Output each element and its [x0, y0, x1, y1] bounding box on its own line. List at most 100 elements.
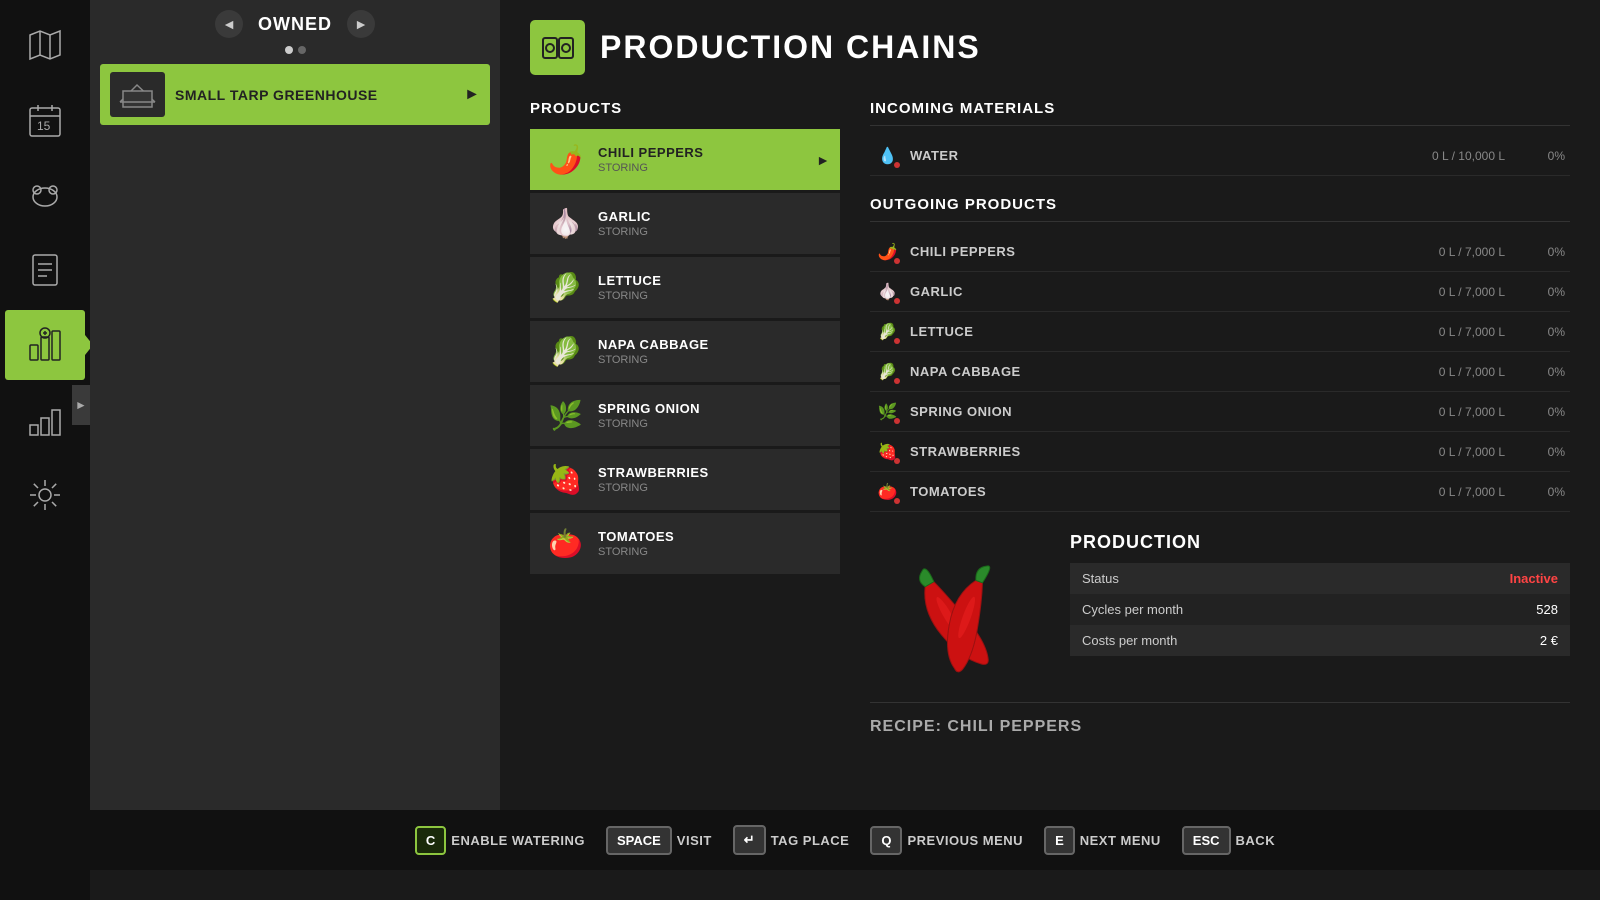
- hotkey-group-c[interactable]: C ENABLE WATERING: [415, 826, 585, 855]
- product-sub-chili: STORING: [598, 162, 806, 174]
- product-info-garlic: GARLIC STORING: [598, 209, 830, 238]
- outgoing-percent: 0%: [1530, 325, 1565, 339]
- hotkey-group-esc[interactable]: ESC BACK: [1182, 826, 1275, 855]
- outgoing-amount: 0 L / 7,000 L: [1439, 485, 1505, 499]
- product-item-chili[interactable]: 🌶️ CHILI PEPPERS STORING ►: [530, 129, 840, 190]
- section-title: PRODUCTION CHAINS: [600, 29, 981, 66]
- hotkey-label: NEXT MENU: [1080, 833, 1161, 848]
- product-item-spring_onion[interactable]: 🌿 SPRING ONION STORING: [530, 385, 840, 446]
- outgoing-name: GARLIC: [910, 284, 1429, 299]
- owned-prev-button[interactable]: ◄: [215, 10, 243, 38]
- panel-collapse-arrow[interactable]: ►: [72, 385, 90, 425]
- outgoing-name: NAPA CABBAGE: [910, 364, 1429, 379]
- owned-panel: ◄ OWNED ► SMALL TARP GREENHOUSE ►: [90, 0, 500, 810]
- material-status-dot: [894, 338, 900, 344]
- section-icon: [530, 20, 585, 75]
- product-item-strawberries[interactable]: 🍓 STRAWBERRIES STORING: [530, 449, 840, 510]
- outgoing-percent: 0%: [1530, 445, 1565, 459]
- products-column: PRODUCTS 🌶️ CHILI PEPPERS STORING ► 🧄 GA…: [530, 100, 840, 736]
- product-info-spring_onion: SPRING ONION STORING: [598, 401, 830, 430]
- outgoing-icon: 🍓: [875, 439, 900, 464]
- cycles-value: 528: [1387, 594, 1570, 625]
- product-name-tomatoes: TOMATOES: [598, 529, 830, 544]
- product-sub-garlic: STORING: [598, 226, 830, 238]
- incoming-amount: 0 L / 10,000 L: [1432, 149, 1505, 163]
- sidebar-item-production[interactable]: [5, 310, 85, 380]
- hotkey-group-e[interactable]: E NEXT MENU: [1044, 826, 1161, 855]
- outgoing-name: TOMATOES: [910, 484, 1429, 499]
- product-info-strawberries: STRAWBERRIES STORING: [598, 465, 830, 494]
- sidebar-item-calendar[interactable]: 15: [5, 85, 85, 155]
- material-status-dot: [894, 458, 900, 464]
- hotkey-key[interactable]: E: [1044, 826, 1075, 855]
- outgoing-amount: 0 L / 7,000 L: [1439, 285, 1505, 299]
- hotkey-key[interactable]: Q: [870, 826, 902, 855]
- products-title: PRODUCTS: [530, 100, 840, 117]
- outgoing-title: OUTGOING PRODUCTS: [870, 196, 1570, 222]
- product-item-tomatoes[interactable]: 🍅 TOMATOES STORING: [530, 513, 840, 574]
- outgoing-row-garlic: 🧄 GARLIC 0 L / 7,000 L 0%: [870, 272, 1570, 312]
- material-status-dot: [894, 162, 900, 168]
- hotkey-group-space[interactable]: SPACE VISIT: [606, 826, 712, 855]
- production-section: PRODUCTION CHAINS PRODUCTS 🌶️ CHILI PEPP…: [500, 0, 1600, 810]
- hotkey-key[interactable]: ESC: [1182, 826, 1231, 855]
- sidebar-item-animals[interactable]: [5, 160, 85, 230]
- product-name-lettuce: LETTUCE: [598, 273, 830, 288]
- main-content: ◄ OWNED ► SMALL TARP GREENHOUSE ►: [90, 0, 1600, 900]
- outgoing-icon: 🧄: [875, 279, 900, 304]
- incoming-name: WATER: [910, 148, 1422, 163]
- product-name-strawberries: STRAWBERRIES: [598, 465, 830, 480]
- outgoing-row-napa-cabbage: 🥬 NAPA CABBAGE 0 L / 7,000 L 0%: [870, 352, 1570, 392]
- production-details: PRODUCTION Status Inactive Cycles per mo…: [1070, 532, 1570, 682]
- recipe-title: RECIPE: CHILI PEPPERS: [870, 702, 1570, 736]
- product-thumb-lettuce: 🥬: [543, 265, 588, 310]
- incoming-icon: 💧: [875, 143, 900, 168]
- hotkey-key[interactable]: SPACE: [606, 826, 672, 855]
- incoming-row-water: 💧 WATER 0 L / 10,000 L 0%: [870, 136, 1570, 176]
- sidebar-item-settings[interactable]: [5, 460, 85, 530]
- incoming-list: 💧 WATER 0 L / 10,000 L 0%: [870, 136, 1570, 176]
- product-name-napa: NAPA CABBAGE: [598, 337, 830, 352]
- product-thumb-napa: 🥬: [543, 329, 588, 374]
- svg-text:15: 15: [37, 119, 51, 133]
- outgoing-icon: 🌶️: [875, 239, 900, 264]
- outgoing-icon: 🍅: [875, 479, 900, 504]
- product-name-garlic: GARLIC: [598, 209, 830, 224]
- material-status-dot: [894, 498, 900, 504]
- outgoing-amount: 0 L / 7,000 L: [1439, 365, 1505, 379]
- production-status-row: Status Inactive: [1070, 563, 1570, 594]
- material-status-dot: [894, 378, 900, 384]
- outgoing-row-chili-peppers: 🌶️ CHILI PEPPERS 0 L / 7,000 L 0%: [870, 232, 1570, 272]
- product-item-garlic[interactable]: 🧄 GARLIC STORING: [530, 193, 840, 254]
- production-cycles-row: Cycles per month 528: [1070, 594, 1570, 625]
- outgoing-name: SPRING ONION: [910, 404, 1429, 419]
- hotkey-group-↵[interactable]: ↵ TAG PLACE: [733, 825, 850, 855]
- product-list: 🌶️ CHILI PEPPERS STORING ► 🧄 GARLIC STOR…: [530, 129, 840, 574]
- outgoing-percent: 0%: [1530, 365, 1565, 379]
- outgoing-icon: 🥬: [875, 359, 900, 384]
- hotkey-key[interactable]: ↵: [733, 825, 766, 855]
- facility-arrow: ►: [464, 86, 480, 104]
- hotkey-key[interactable]: C: [415, 826, 446, 855]
- outgoing-row-tomatoes: 🍅 TOMATOES 0 L / 7,000 L 0%: [870, 472, 1570, 512]
- product-item-lettuce[interactable]: 🥬 LETTUCE STORING: [530, 257, 840, 318]
- product-item-napa[interactable]: 🥬 NAPA CABBAGE STORING: [530, 321, 840, 382]
- sidebar-item-map[interactable]: [5, 10, 85, 80]
- owned-next-button[interactable]: ►: [347, 10, 375, 38]
- product-info-chili: CHILI PEPPERS STORING: [598, 145, 806, 174]
- owned-header: ◄ OWNED ►: [100, 10, 490, 38]
- status-label: Status: [1070, 563, 1387, 594]
- facility-thumbnail: [110, 72, 165, 117]
- product-info-napa: NAPA CABBAGE STORING: [598, 337, 830, 366]
- product-name-spring_onion: SPRING ONION: [598, 401, 830, 416]
- outgoing-amount: 0 L / 7,000 L: [1439, 245, 1505, 259]
- sidebar-item-contracts[interactable]: [5, 235, 85, 305]
- production-costs-row: Costs per month 2 €: [1070, 625, 1570, 656]
- outgoing-amount: 0 L / 7,000 L: [1439, 405, 1505, 419]
- product-thumb-strawberries: 🍓: [543, 457, 588, 502]
- material-status-dot: [894, 298, 900, 304]
- facility-item[interactable]: SMALL TARP GREENHOUSE ►: [100, 64, 490, 125]
- hotkey-group-q[interactable]: Q PREVIOUS MENU: [870, 826, 1023, 855]
- incoming-section: INCOMING MATERIALS 💧 WATER 0 L / 10,000 …: [870, 100, 1570, 176]
- product-info-tomatoes: TOMATOES STORING: [598, 529, 830, 558]
